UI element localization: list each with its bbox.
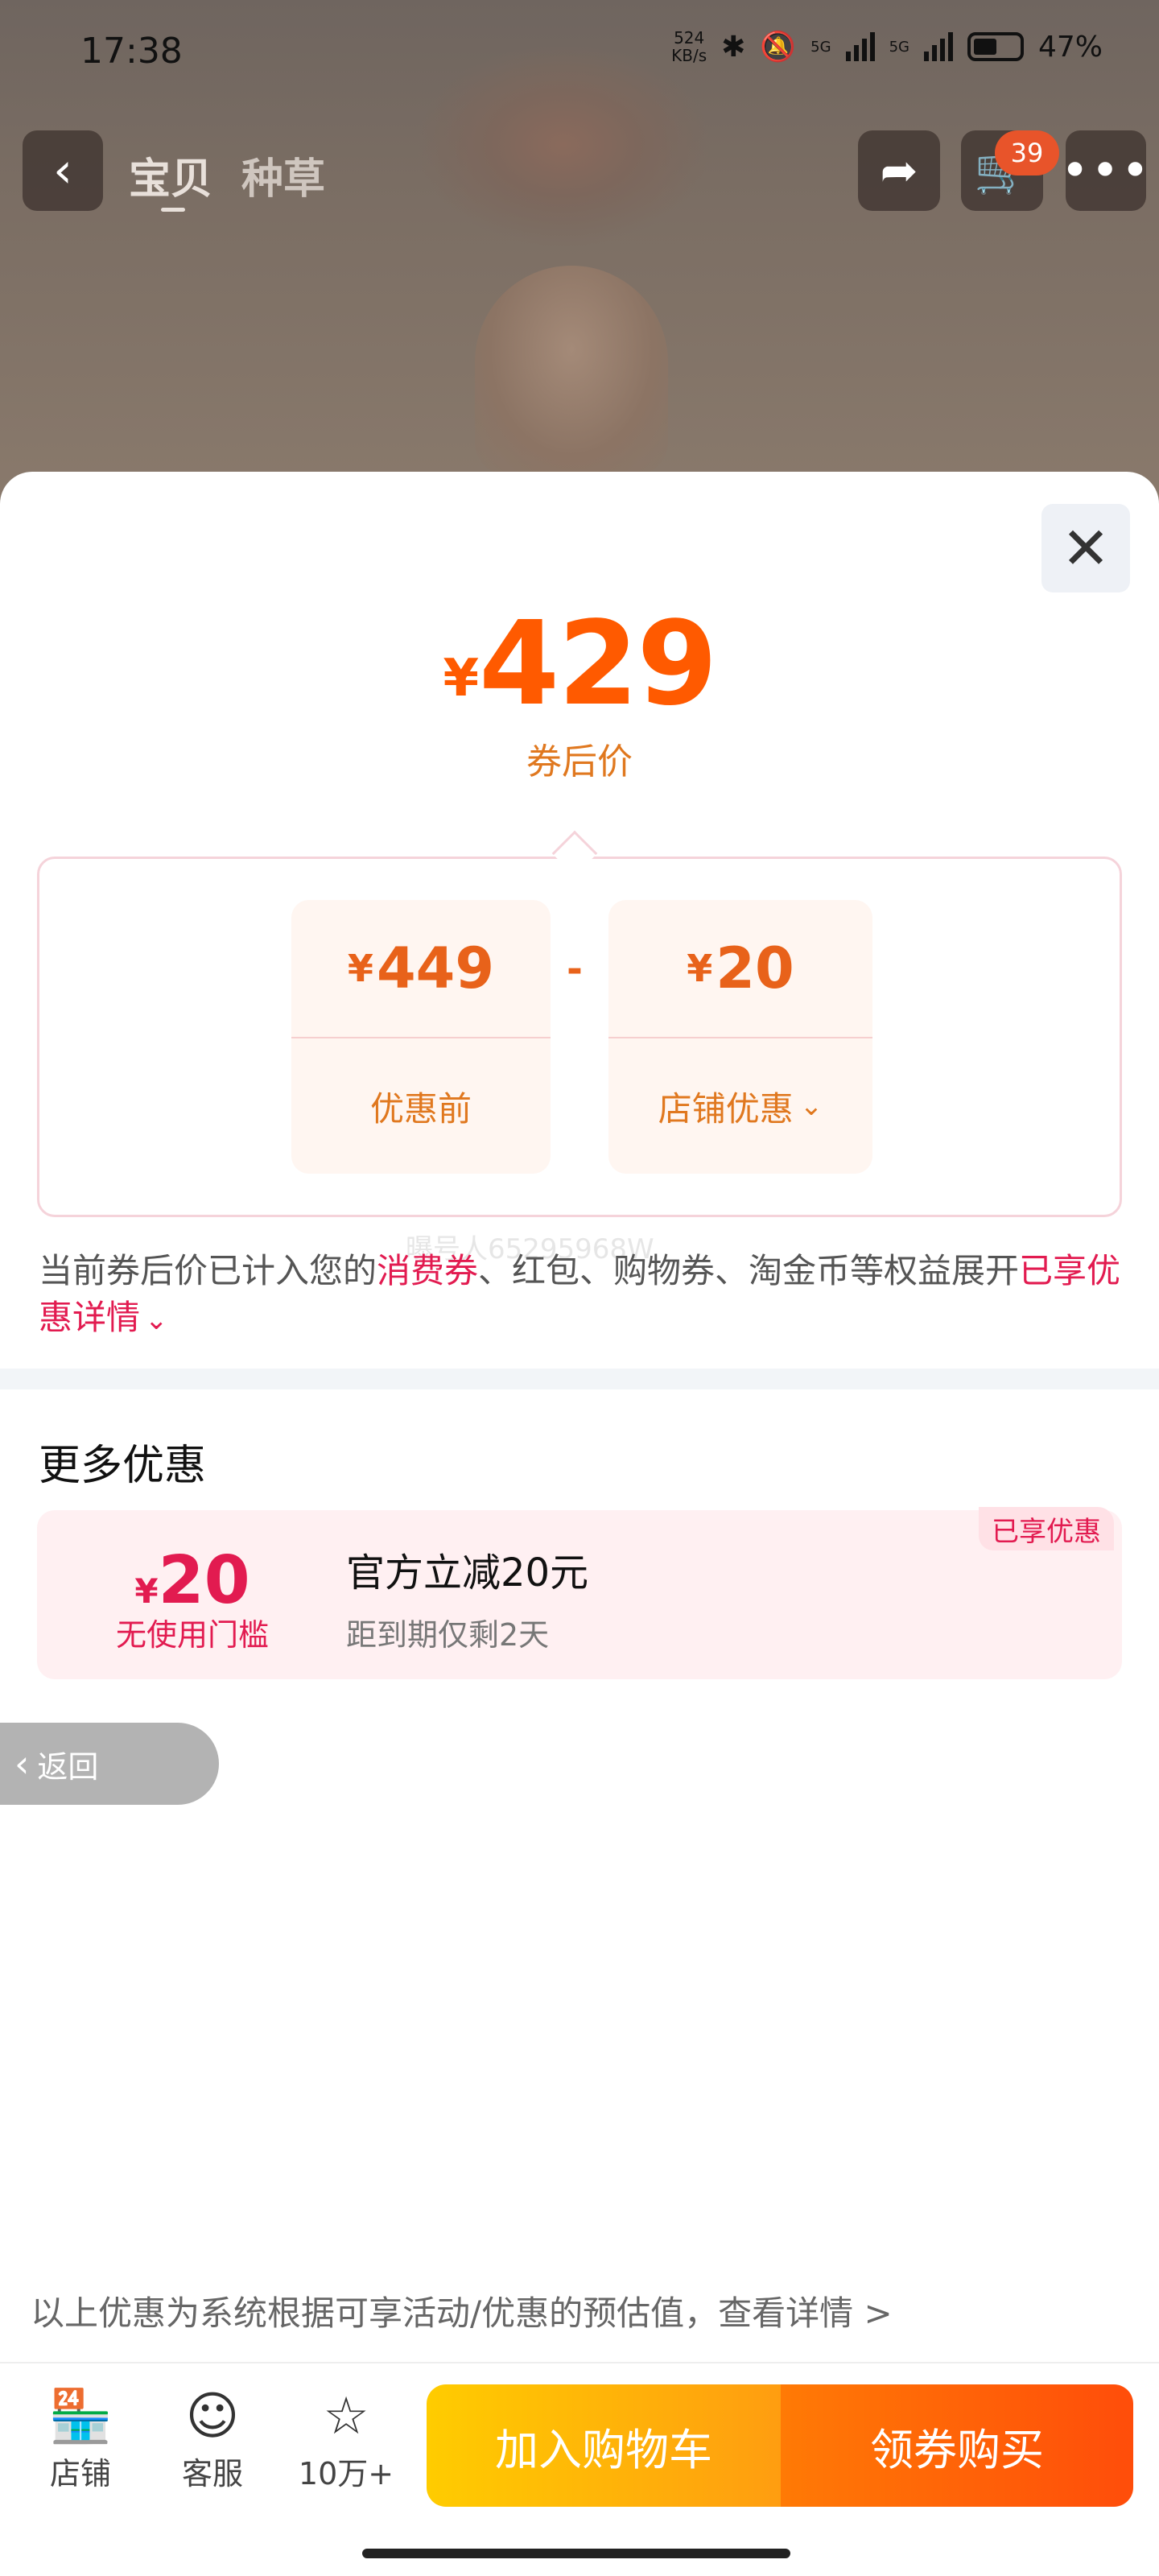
coupon-expiry: 距到期仅剩2天 xyxy=(346,1617,550,1653)
service-label: 客服 xyxy=(181,2456,243,2491)
favorite-count: 10万+ xyxy=(298,2456,394,2491)
more-discounts-title: 更多优惠 xyxy=(39,1442,207,1490)
coupon-name: 官方立减20元 xyxy=(346,1550,589,1596)
price-amount: 429 xyxy=(478,596,718,731)
home-indicator[interactable] xyxy=(362,2549,790,2558)
share-button[interactable]: ➦ xyxy=(858,130,940,211)
return-label: 返回 xyxy=(37,1748,99,1785)
return-button[interactable]: ‹ 返回 xyxy=(0,1723,219,1805)
price-breakdown-box xyxy=(37,857,1122,1217)
product-photo-hand xyxy=(475,266,668,475)
consumption-coupon-link[interactable]: 消费券 xyxy=(377,1251,478,1290)
status-time: 17:38 xyxy=(80,31,183,72)
original-price-card: ¥449 优惠前 xyxy=(291,900,551,1174)
chevron-down-icon: ⌄ xyxy=(799,1090,823,1122)
store-label: 店铺 xyxy=(49,2456,111,2491)
store-discount-card[interactable]: ¥20 店铺优惠 ⌄ xyxy=(608,900,872,1174)
signal-icon xyxy=(845,32,875,61)
tab-grass[interactable]: 种草 xyxy=(241,145,325,205)
original-label: 优惠前 xyxy=(369,1088,472,1129)
more-dots-icon: ••• xyxy=(1060,142,1152,199)
cart-badge: 39 xyxy=(995,130,1059,175)
coupon-currency: ¥ xyxy=(134,1571,159,1611)
discount-label: 店铺优惠 xyxy=(658,1088,794,1129)
back-button[interactable]: ‹ xyxy=(23,130,103,211)
net2-label: 5G xyxy=(889,38,909,56)
claim-and-buy-button[interactable]: 领券购买 xyxy=(781,2384,1133,2507)
discount-value: 20 xyxy=(716,935,794,1001)
close-button[interactable]: ✕ xyxy=(1041,504,1130,592)
store-button[interactable]: 🏪 店铺 xyxy=(32,2384,129,2493)
chevron-left-icon: ‹ xyxy=(53,142,72,199)
coupon-status-badge: 已享优惠 xyxy=(979,1507,1114,1550)
note-text-2: 、红包、购物券、淘金币等权益展开 xyxy=(478,1251,1020,1290)
discount-price: ¥20 xyxy=(608,900,872,1038)
original-currency: ¥ xyxy=(347,947,373,990)
original-price: ¥449 xyxy=(291,900,551,1038)
bluetooth-icon: ✱ xyxy=(721,30,746,64)
price-label: 券后价 xyxy=(526,741,633,782)
close-icon: ✕ xyxy=(1061,514,1111,582)
coupon-amount: ¥20 xyxy=(108,1542,277,1619)
battery-percent: 47% xyxy=(1037,30,1103,64)
chevron-down-icon[interactable]: ⌄ xyxy=(145,1304,168,1336)
status-icons: 524 KB/s ✱ 🔕 5G 5G 47% xyxy=(671,29,1103,64)
minus-operator: - xyxy=(567,947,583,992)
signal-icon-2 xyxy=(923,32,953,61)
note-text-1: 当前券后价已计入您的 xyxy=(39,1251,377,1290)
top-tabs: 宝贝 种草 xyxy=(129,145,325,212)
net-speed-value: 524 xyxy=(674,28,705,47)
original-value: 449 xyxy=(376,935,495,1001)
star-icon: ☆ xyxy=(323,2387,369,2446)
discount-label-row: 店铺优惠 ⌄ xyxy=(608,1038,872,1174)
bottom-bar-divider xyxy=(0,2362,1159,2363)
net1-label: 5G xyxy=(810,38,831,56)
tab-item[interactable]: 宝贝 xyxy=(129,145,212,212)
price-currency: ¥ xyxy=(443,649,479,708)
customer-service-button[interactable]: ☺ 客服 xyxy=(164,2384,261,2493)
discount-currency: ¥ xyxy=(687,947,713,990)
share-icon: ➦ xyxy=(880,144,918,197)
add-to-cart-button[interactable]: 加入购物车 xyxy=(427,2384,781,2507)
store-icon: 🏪 xyxy=(48,2387,113,2446)
mute-bell-icon: 🔕 xyxy=(760,31,797,64)
coupon-threshold: 无使用门槛 xyxy=(115,1617,269,1653)
estimate-footnote-link[interactable]: 以上优惠为系统根据可享活动/优惠的预估值，查看详情 > xyxy=(31,2286,893,2335)
status-bar: 17:38 524 KB/s ✱ 🔕 5G 5G 47% xyxy=(0,0,1159,105)
discount-note: 当前券后价已计入您的消费券、红包、购物券、淘金币等权益展开已享优惠详情 ⌄ xyxy=(39,1248,1125,1344)
more-button[interactable]: ••• xyxy=(1061,130,1149,211)
coupon-value: 20 xyxy=(158,1542,250,1619)
chevron-left-icon: ‹ xyxy=(14,1742,30,1785)
battery-icon xyxy=(967,32,1024,61)
section-divider xyxy=(0,1368,1159,1389)
net-speed-unit: KB/s xyxy=(671,46,707,65)
smile-icon: ☺ xyxy=(185,2387,240,2446)
net-speed: 524 KB/s xyxy=(671,29,707,64)
favorite-button[interactable]: ☆ 10万+ xyxy=(298,2384,394,2493)
final-price: ¥429 xyxy=(0,596,1159,731)
